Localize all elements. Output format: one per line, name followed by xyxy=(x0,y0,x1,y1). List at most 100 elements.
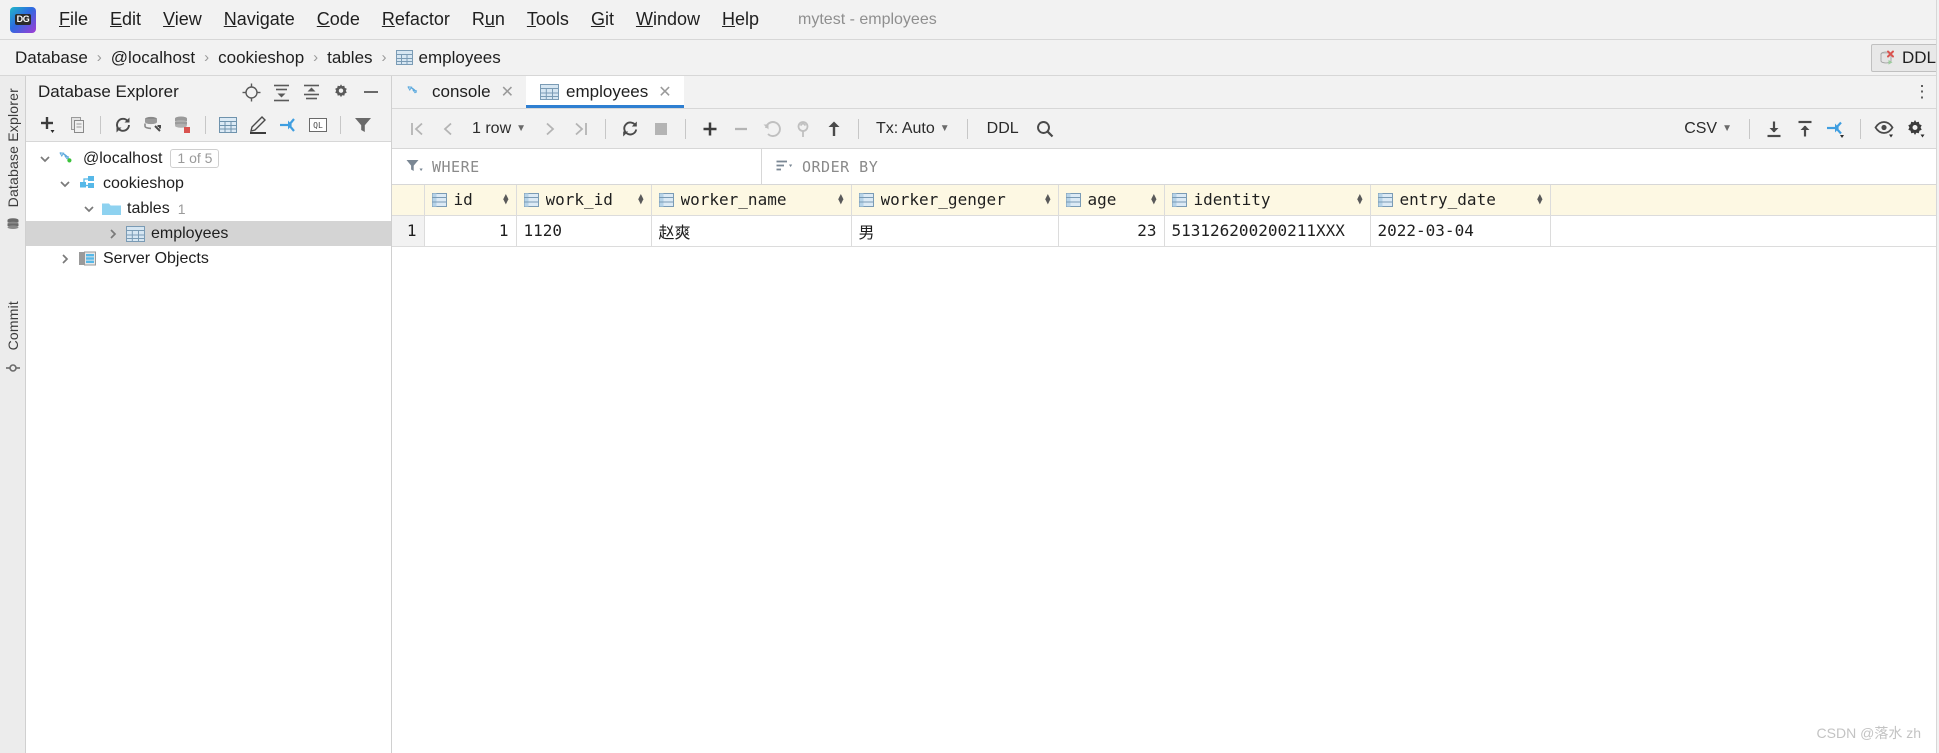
expand-all-icon[interactable] xyxy=(269,80,293,104)
jump-to-editor-icon[interactable] xyxy=(1821,115,1851,143)
next-page-icon[interactable] xyxy=(535,115,565,143)
run-sql-script-icon[interactable] xyxy=(139,112,167,138)
sort-toggle-icon[interactable]: ▲ ▼ xyxy=(838,192,843,206)
chevron-right-icon[interactable] xyxy=(102,228,124,240)
modify-icon[interactable] xyxy=(244,112,272,138)
cell-identity[interactable]: 513126200200211XXX xyxy=(1164,215,1371,247)
chevron-down-icon[interactable] xyxy=(78,203,100,215)
rail-label-commit[interactable]: Commit xyxy=(5,295,21,356)
copy-icon[interactable] xyxy=(64,112,92,138)
sort-toggle-icon[interactable]: ▲ ▼ xyxy=(1045,192,1050,206)
breadcrumb-item-database[interactable]: Database xyxy=(12,48,91,68)
menu-item-file[interactable]: File xyxy=(48,7,99,32)
close-icon[interactable]: ✕ xyxy=(658,82,671,102)
refresh-icon[interactable] xyxy=(109,112,137,138)
submit-icon[interactable] xyxy=(819,115,849,143)
column-header-identity[interactable]: identity ▲ ▼ xyxy=(1164,185,1371,216)
breadcrumb-item-tables[interactable]: tables xyxy=(324,48,375,68)
cell-entry-date[interactable]: 2022-03-04 xyxy=(1370,215,1551,247)
tab-console[interactable]: console ✕ xyxy=(392,76,526,108)
column-header-worker-genger[interactable]: worker_genger ▲ ▼ xyxy=(851,185,1059,216)
chevron-right-icon[interactable] xyxy=(54,253,76,265)
commit-selected-icon[interactable] xyxy=(788,115,818,143)
rail-group-commit[interactable]: Commit xyxy=(5,295,21,374)
tree-item-server-objects[interactable]: Server Objects xyxy=(26,246,391,271)
more-vertical-icon[interactable]: ⋮ xyxy=(1905,76,1939,108)
menu-item-tools[interactable]: Tools xyxy=(516,7,580,32)
menu-item-view[interactable]: View xyxy=(152,7,213,32)
menu-item-edit[interactable]: Edit xyxy=(99,7,152,32)
import-data-icon[interactable] xyxy=(1759,115,1789,143)
rail-group-database-explorer[interactable]: Database Explorer xyxy=(5,82,21,231)
column-header-id[interactable]: id ▲ ▼ xyxy=(424,185,517,216)
transaction-mode-selector[interactable]: Tx: Auto ▼ xyxy=(868,120,958,138)
close-icon[interactable]: ✕ xyxy=(501,82,514,102)
tree-item-employees[interactable]: employees xyxy=(26,221,391,246)
gear-icon[interactable] xyxy=(1901,115,1931,143)
stop-icon[interactable] xyxy=(646,115,676,143)
view-options-icon[interactable] xyxy=(1870,115,1900,143)
sort-toggle-icon[interactable]: ▲ ▼ xyxy=(638,192,643,206)
chevron-down-icon[interactable] xyxy=(54,178,76,190)
menu-item-run[interactable]: Run xyxy=(461,7,516,32)
export-format-selector[interactable]: CSV ▼ xyxy=(1676,120,1740,138)
menu-item-help[interactable]: Help xyxy=(711,7,770,32)
sort-icon[interactable] xyxy=(776,159,793,174)
sort-toggle-icon[interactable]: ▲ ▼ xyxy=(503,192,508,206)
search-icon[interactable] xyxy=(1030,115,1060,143)
menu-item-window[interactable]: Window xyxy=(625,7,711,32)
jump-to-editor-icon[interactable] xyxy=(274,112,302,138)
row-count-selector[interactable]: 1 row ▼ xyxy=(464,120,534,138)
open-table-icon[interactable] xyxy=(214,112,242,138)
chevron-down-icon[interactable] xyxy=(34,153,56,165)
delete-row-icon[interactable] xyxy=(726,115,756,143)
last-page-icon[interactable] xyxy=(566,115,596,143)
prev-page-icon[interactable] xyxy=(433,115,463,143)
hide-panel-icon[interactable] xyxy=(359,80,383,104)
filter-icon[interactable] xyxy=(406,159,423,174)
cell-id[interactable]: 1 xyxy=(424,215,517,247)
where-filter-input[interactable]: WHERE xyxy=(392,149,762,184)
column-header-worker-name[interactable]: worker_name ▲ ▼ xyxy=(651,185,852,216)
table-row[interactable]: 1 1 1120 赵爽 男 23 513126200200211XXX 2022… xyxy=(392,215,1939,247)
rail-label-database-explorer[interactable]: Database Explorer xyxy=(5,82,21,213)
column-header-age[interactable]: age ▲ ▼ xyxy=(1058,185,1165,216)
query-console-icon[interactable]: QL xyxy=(304,112,332,138)
order-by-filter-input[interactable]: ORDER BY xyxy=(762,149,1939,184)
menu-item-refactor[interactable]: Refactor xyxy=(371,7,461,32)
tree-item-localhost[interactable]: @localhost 1 of 5 xyxy=(26,146,391,171)
add-icon[interactable] xyxy=(34,112,62,138)
result-grid[interactable]: id ▲ ▼ work_id ▲ ▼ worker_name ▲ ▼ worke… xyxy=(392,185,1939,753)
sort-toggle-icon[interactable]: ▲ ▼ xyxy=(1151,192,1156,206)
first-page-icon[interactable] xyxy=(402,115,432,143)
cell-worker-name[interactable]: 赵爽 xyxy=(651,215,852,247)
tree-item-cookieshop[interactable]: cookieshop xyxy=(26,171,391,196)
cell-work-id[interactable]: 1120 xyxy=(516,215,652,247)
column-header-work-id[interactable]: work_id ▲ ▼ xyxy=(516,185,652,216)
sort-toggle-icon[interactable]: ▲ ▼ xyxy=(1357,192,1362,206)
column-header-entry-date[interactable]: entry_date ▲ ▼ xyxy=(1370,185,1551,216)
filter-icon[interactable] xyxy=(349,112,377,138)
tree-item-tables[interactable]: tables 1 xyxy=(26,196,391,221)
database-properties-icon[interactable] xyxy=(169,112,197,138)
database-tree[interactable]: @localhost 1 of 5 cookieshop tables 1 em… xyxy=(26,142,391,753)
export-data-icon[interactable] xyxy=(1790,115,1820,143)
breadcrumb-item-localhost[interactable]: @localhost xyxy=(108,48,198,68)
revert-icon[interactable] xyxy=(757,115,787,143)
menu-item-git[interactable]: Git xyxy=(580,7,625,32)
tab-employees[interactable]: employees ✕ xyxy=(526,76,684,108)
reload-icon[interactable] xyxy=(615,115,645,143)
gear-icon[interactable] xyxy=(329,80,353,104)
sort-toggle-icon[interactable]: ▲ ▼ xyxy=(1537,192,1542,206)
locate-icon[interactable] xyxy=(239,80,263,104)
ddl-toolbar-button[interactable]: DDL xyxy=(977,120,1029,138)
menu-item-navigate[interactable]: Navigate xyxy=(213,7,306,32)
cell-worker-genger[interactable]: 男 xyxy=(851,215,1059,247)
breadcrumb-item-employees[interactable]: employees xyxy=(393,48,504,68)
cell-age[interactable]: 23 xyxy=(1058,215,1165,247)
menu-item-code[interactable]: Code xyxy=(306,7,371,32)
collapse-all-icon[interactable] xyxy=(299,80,323,104)
add-row-icon[interactable] xyxy=(695,115,725,143)
breadcrumb-item-cookieshop[interactable]: cookieshop xyxy=(215,48,307,68)
ddl-button[interactable]: DDL xyxy=(1870,44,1939,72)
